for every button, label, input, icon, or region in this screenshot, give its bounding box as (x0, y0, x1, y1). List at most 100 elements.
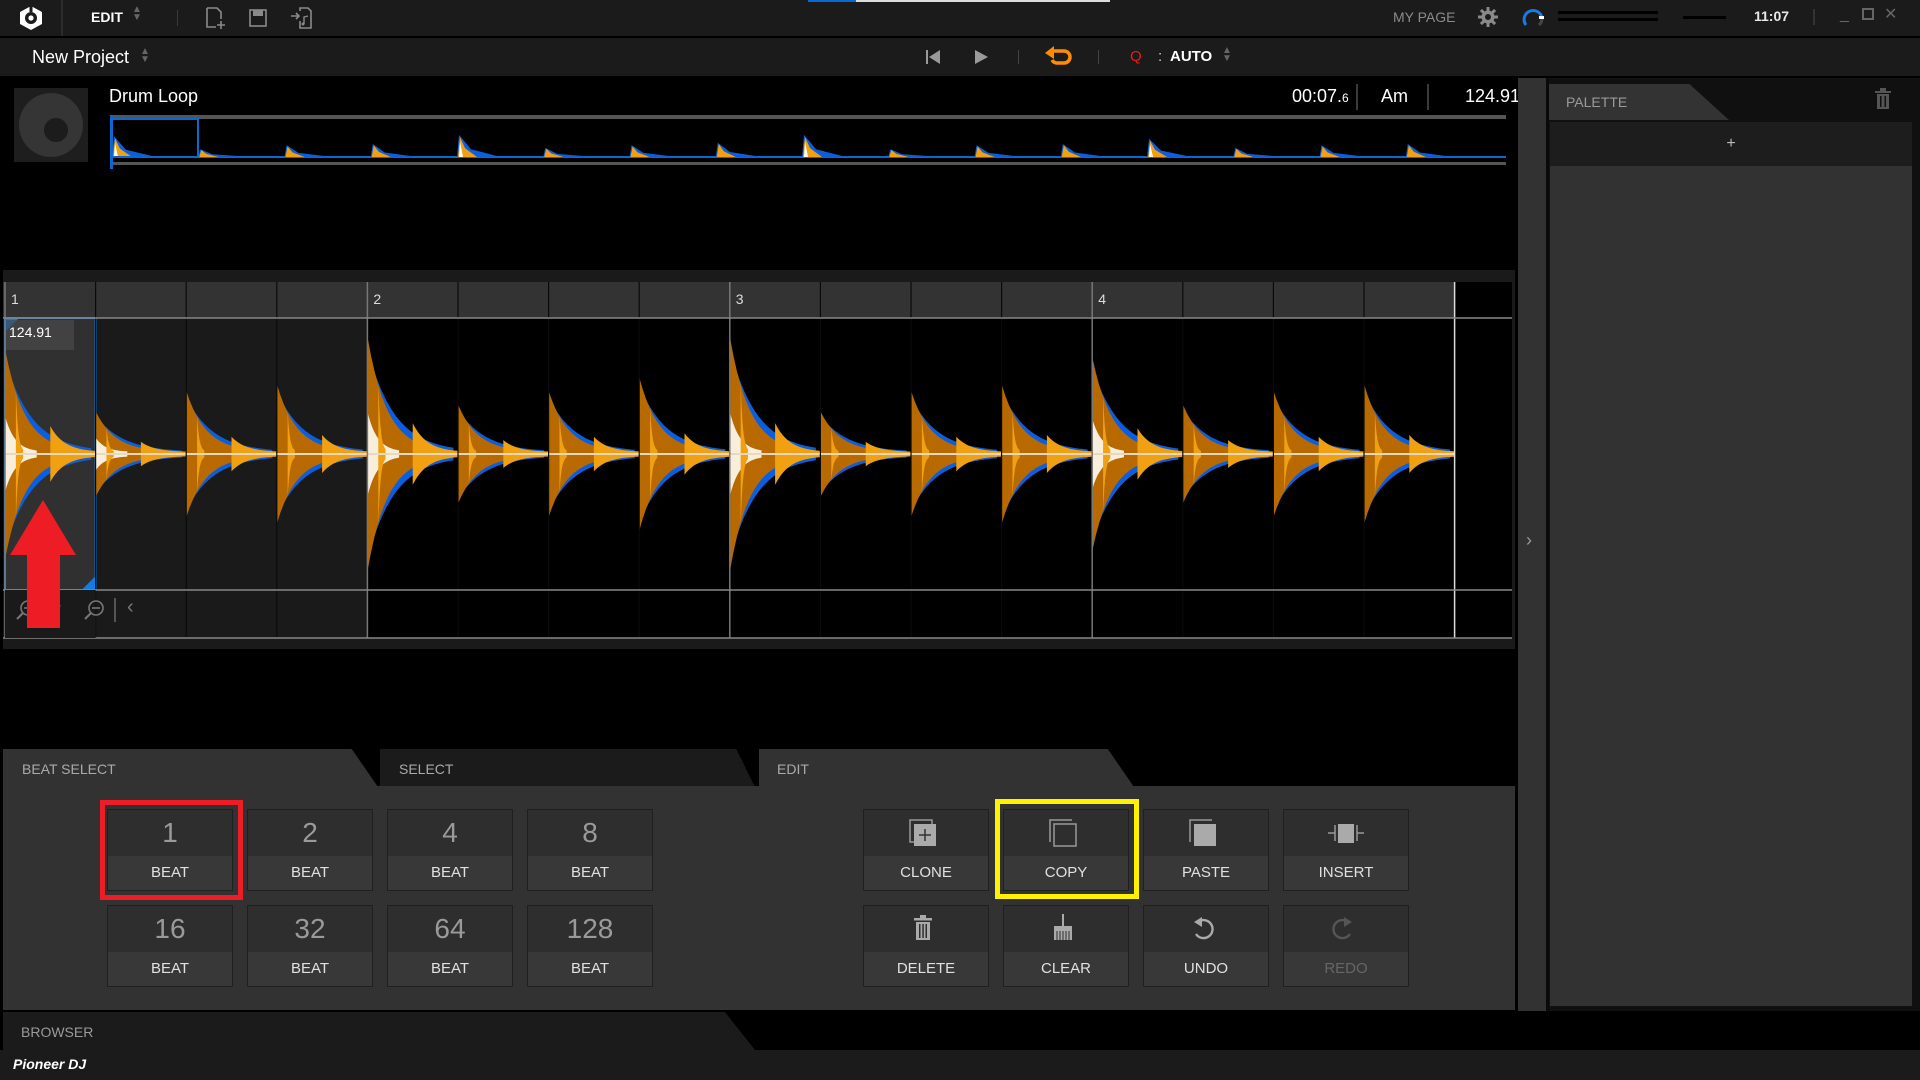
level-meter (1683, 16, 1726, 19)
collapse-chevron-icon[interactable]: ‹ (127, 596, 134, 619)
beat-count: 8 (582, 817, 598, 848)
button-icon-area (1284, 810, 1408, 856)
annotation-highlight (100, 800, 243, 900)
tab-edit[interactable] (759, 749, 1134, 787)
mode-selector[interactable]: EDIT (91, 9, 123, 25)
tab-edit-label: EDIT (777, 761, 809, 777)
grid-bottom-strip (3, 639, 1515, 649)
loop-icon[interactable] (1044, 44, 1074, 70)
divider (177, 10, 178, 26)
level-meter (1558, 11, 1658, 14)
track-time: 00:07.6 (1292, 86, 1349, 107)
beat-select-button[interactable]: 8 BEAT (527, 809, 653, 891)
divider (1356, 84, 1358, 110)
quantize-label[interactable]: Q (1130, 48, 1142, 65)
button-label: UNDO (1144, 952, 1268, 986)
button-icon-area (1144, 906, 1268, 952)
button-icon-area (1144, 810, 1268, 856)
level-meter (1558, 18, 1658, 21)
bar-number: 3 (736, 291, 744, 307)
undo-icon (1194, 917, 1214, 940)
divider (61, 0, 63, 36)
beat-select-button[interactable]: 16 BEAT (107, 905, 233, 987)
quantize-colon: : (1158, 48, 1163, 65)
rekordbox-logo-icon[interactable] (18, 5, 44, 31)
annotation-arrow-icon (10, 500, 76, 628)
beat-select-button[interactable]: 32 BEAT (247, 905, 373, 987)
track-bpm: 124.91 (1465, 86, 1521, 106)
project-updown-icon[interactable]: ▲ ▼ (138, 47, 152, 65)
pad-top: 8 (528, 810, 652, 856)
beat-select-button[interactable]: 2 BEAT (247, 809, 373, 891)
paste-button[interactable]: PASTE (1143, 809, 1269, 891)
beat-label: BEAT (388, 856, 512, 890)
beat-select-button[interactable]: 128 BEAT (527, 905, 653, 987)
redo-icon (1332, 917, 1352, 940)
quantize-updown-icon[interactable]: ▲ ▼ (1220, 46, 1234, 64)
beat-count: 64 (434, 913, 466, 944)
mode-updown-icon[interactable]: ▲ ▼ (130, 5, 144, 23)
button-label: INSERT (1284, 856, 1408, 890)
delete-button[interactable]: DELETE (863, 905, 989, 987)
bar-number: 1 (11, 291, 19, 307)
title-bar: EDIT ▲ ▼ MY PAGE 11:07 _ ✕ (0, 0, 1920, 36)
trash-icon[interactable] (1874, 88, 1892, 110)
beat-ruler (3, 282, 1455, 318)
clone-button[interactable]: CLONE (863, 809, 989, 891)
transfer-progress-bar (808, 0, 1110, 2)
zoom-out-icon[interactable] (82, 598, 106, 622)
beat-select-button[interactable]: 64 BEAT (387, 905, 513, 987)
footer (0, 1050, 1920, 1080)
beat-label: BEAT (108, 952, 232, 986)
beat-label: BEAT (388, 952, 512, 986)
save-icon[interactable] (247, 7, 269, 29)
play-icon[interactable] (972, 48, 990, 66)
trash-icon (914, 915, 932, 940)
brand-logo: Pioneer DJ (13, 1056, 87, 1072)
tab-beat-select-label: BEAT SELECT (22, 761, 116, 777)
paste-icon (1189, 819, 1216, 846)
project-name-selector[interactable]: New Project (32, 47, 129, 68)
annotation-highlight (995, 799, 1139, 899)
track-title: Drum Loop (109, 86, 199, 106)
beat-count: 2 (302, 817, 318, 848)
palette-add-button[interactable]: + (1550, 122, 1912, 166)
bar-number: 2 (373, 291, 381, 307)
panel-divider: › (1518, 78, 1546, 1011)
pad-top: 128 (528, 906, 652, 952)
track-key: Am (1381, 86, 1408, 106)
beat-count: 128 (566, 913, 614, 944)
beat-label: BEAT (248, 856, 372, 890)
pad-top: 4 (388, 810, 512, 856)
button-label: REDO (1284, 952, 1408, 986)
beat-select-button[interactable]: 4 BEAT (387, 809, 513, 891)
overview-waveform[interactable] (110, 115, 1506, 169)
clock: 11:07 (1754, 8, 1790, 24)
close-icon[interactable]: ✕ (1884, 4, 1897, 24)
beat-grid-waveform[interactable]: 1 2 3 4 (0, 270, 1518, 650)
insert-button[interactable]: INSERT (1283, 809, 1409, 891)
settings-gear-icon[interactable] (1477, 6, 1499, 28)
button-label: DELETE (864, 952, 988, 986)
bar-number: 4 (1098, 291, 1106, 307)
overview-bottom-rail (110, 162, 1506, 165)
grid-bpm-tag[interactable]: 124.91 (9, 324, 52, 340)
clear-button[interactable]: CLEAR (1003, 905, 1129, 987)
divider (1018, 50, 1019, 64)
skip-to-start-icon[interactable] (925, 48, 943, 66)
progress-fill (808, 0, 857, 2)
button-icon-area (864, 810, 988, 856)
sync-status-icon[interactable] (1522, 6, 1546, 30)
maximize-icon[interactable] (1862, 8, 1874, 20)
button-label: CLEAR (1004, 952, 1128, 986)
tab-browser[interactable] (3, 1012, 755, 1050)
quantize-value[interactable]: AUTO (1170, 48, 1212, 65)
expand-chevron-icon[interactable]: › (1526, 530, 1532, 551)
palette-list (1550, 166, 1912, 1006)
import-file-icon[interactable] (290, 7, 312, 29)
undo-button[interactable]: UNDO (1143, 905, 1269, 987)
new-file-icon[interactable] (204, 7, 226, 29)
my-page-link[interactable]: MY PAGE (1393, 9, 1456, 25)
minimize-icon[interactable]: _ (1840, 6, 1849, 24)
redo-button[interactable]: REDO (1283, 905, 1409, 987)
